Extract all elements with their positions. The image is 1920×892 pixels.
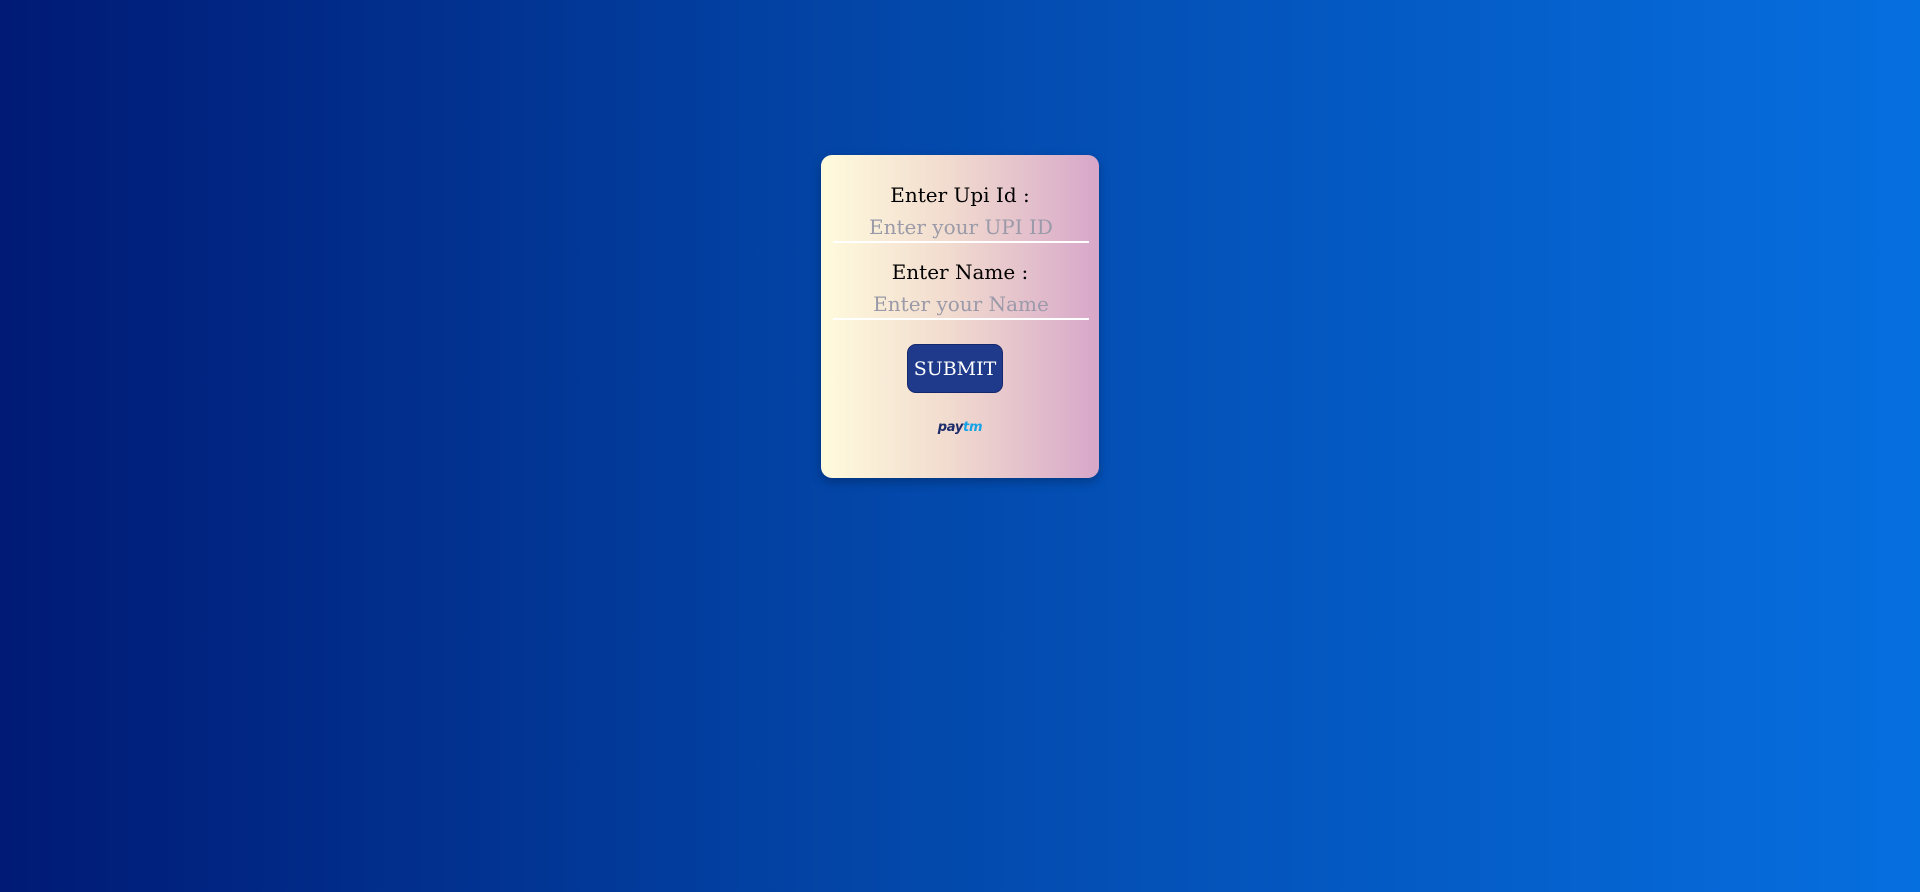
submit-button[interactable]: SUBMIT — [907, 344, 1003, 393]
logo-part-pay: pay — [937, 420, 964, 435]
logo-part-tm: tm — [963, 420, 983, 435]
paytm-logo: paytm — [821, 420, 1099, 436]
name-input[interactable] — [833, 290, 1089, 320]
upi-id-label: Enter Upi Id : — [890, 183, 1030, 207]
upi-id-input[interactable] — [833, 213, 1089, 243]
payment-form-card: Enter Upi Id : Enter Name : SUBMIT paytm — [821, 155, 1099, 478]
name-label: Enter Name : — [891, 260, 1029, 284]
